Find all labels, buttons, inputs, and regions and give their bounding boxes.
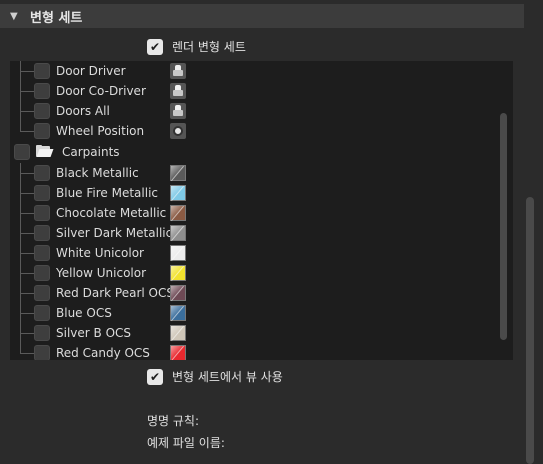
color-swatch-icon [170, 285, 186, 302]
color-swatch-icon [170, 185, 186, 202]
tree-item-checkbox[interactable] [34, 205, 50, 221]
tree-item[interactable]: Door Co-Driver [34, 81, 146, 101]
color-swatch-icon [170, 225, 186, 242]
tree-item-name: Blue OCS [56, 306, 112, 320]
tree-item-paint[interactable]: Red Dark Pearl OCS [34, 283, 174, 303]
tree-item-paint[interactable]: Chocolate Metallic [34, 203, 166, 223]
tree-item-paint[interactable]: Yellow Unicolor [34, 263, 146, 283]
tree-item-checkbox[interactable] [34, 305, 50, 321]
tree-item-checkbox[interactable] [34, 103, 50, 119]
color-swatch-icon [170, 345, 186, 360]
use-view-from-variant-sets-row[interactable]: 변형 세트에서 뷰 사용 [147, 368, 283, 385]
color-swatch-icon [170, 205, 186, 222]
tree-item-paint[interactable]: Blue OCS [34, 303, 112, 323]
triangle-down-icon[interactable]: ▼ [10, 11, 22, 22]
example-filename-label: 예제 파일 이름: [147, 436, 225, 450]
car-door-icon [170, 83, 186, 99]
tree-item-paint[interactable]: Silver B OCS [34, 323, 131, 343]
render-variant-sets-checkbox[interactable] [147, 38, 163, 55]
tree-item-name: Door Co-Driver [56, 84, 146, 98]
variant-sets-section-header[interactable]: ▼ 변형 세트 [0, 4, 524, 28]
tree-item-name: White Unicolor [56, 246, 144, 260]
tree-item-name: Blue Fire Metallic [56, 186, 158, 200]
tree-item-name: Black Metallic [56, 166, 139, 180]
tree-item-paint[interactable]: Blue Fire Metallic [34, 183, 158, 203]
tree-item-checkbox[interactable] [34, 185, 50, 201]
tree-group-name: Carpaints [62, 145, 120, 159]
tree-item-checkbox[interactable] [34, 123, 50, 139]
car-door-icon [170, 103, 186, 119]
tree-scrollbar[interactable] [500, 113, 507, 340]
tree-item-name: Doors All [56, 104, 110, 118]
tree-item-checkbox[interactable] [34, 63, 50, 79]
tree-item-paint[interactable]: Black Metallic [34, 163, 139, 183]
color-swatch-icon [170, 325, 186, 342]
tree-item-checkbox[interactable] [34, 225, 50, 241]
tree-item-checkbox[interactable] [34, 325, 50, 341]
tree-item-name: Wheel Position [56, 124, 145, 138]
render-variant-sets-row[interactable]: 렌더 변형 세트 [147, 38, 246, 55]
tree-group-checkbox[interactable] [14, 144, 30, 160]
tree-item-name: Silver B OCS [56, 326, 132, 340]
render-variant-sets-label: 렌더 변형 세트 [172, 40, 246, 54]
tree-item-name: Chocolate Metallic [56, 206, 167, 220]
tree-item-paint[interactable]: Red Candy OCS [34, 343, 150, 360]
tree-item[interactable]: Doors All [34, 101, 110, 121]
tree-item[interactable]: Wheel Position [34, 121, 144, 141]
tree-item-checkbox[interactable] [34, 83, 50, 99]
use-view-from-variant-sets-label: 변형 세트에서 뷰 사용 [172, 370, 283, 384]
tree-item-checkbox[interactable] [34, 245, 50, 261]
panel-scrollbar[interactable] [526, 197, 534, 464]
tree-item-checkbox[interactable] [34, 265, 50, 281]
tree-item-paint[interactable]: White Unicolor [34, 243, 144, 263]
tree-item-name: Yellow Unicolor [56, 266, 147, 280]
color-swatch-icon [170, 165, 186, 182]
tree-item-name: Red Dark Pearl OCS [56, 286, 174, 300]
section-title: 변형 세트 [30, 10, 83, 26]
naming-rule-label: 명명 규칙: [147, 414, 200, 428]
tree-item-checkbox[interactable] [34, 165, 50, 181]
color-swatch-icon [170, 245, 186, 262]
tree-item-checkbox[interactable] [34, 285, 50, 301]
car-door-icon [170, 63, 186, 79]
color-swatch-icon [170, 265, 186, 282]
folder-open-icon [36, 145, 54, 159]
tree-item-paint[interactable]: Silver Dark Metallic [34, 223, 172, 243]
tree-item-checkbox[interactable] [34, 345, 50, 360]
tree-item[interactable]: Door Driver [34, 61, 126, 81]
tree-item-name: Silver Dark Metallic [56, 226, 173, 240]
color-swatch-icon [170, 305, 186, 322]
wheel-icon [170, 123, 186, 139]
use-view-from-variant-sets-checkbox[interactable] [147, 368, 163, 385]
tree-item-name: Red Candy OCS [56, 346, 150, 360]
variant-sets-tree[interactable]: Door Driver Door Co-Driver Doors All Wheel … [10, 61, 513, 360]
tree-item-name: Door Driver [56, 64, 126, 78]
tree-group-carpaints[interactable]: Carpaints [14, 142, 120, 162]
